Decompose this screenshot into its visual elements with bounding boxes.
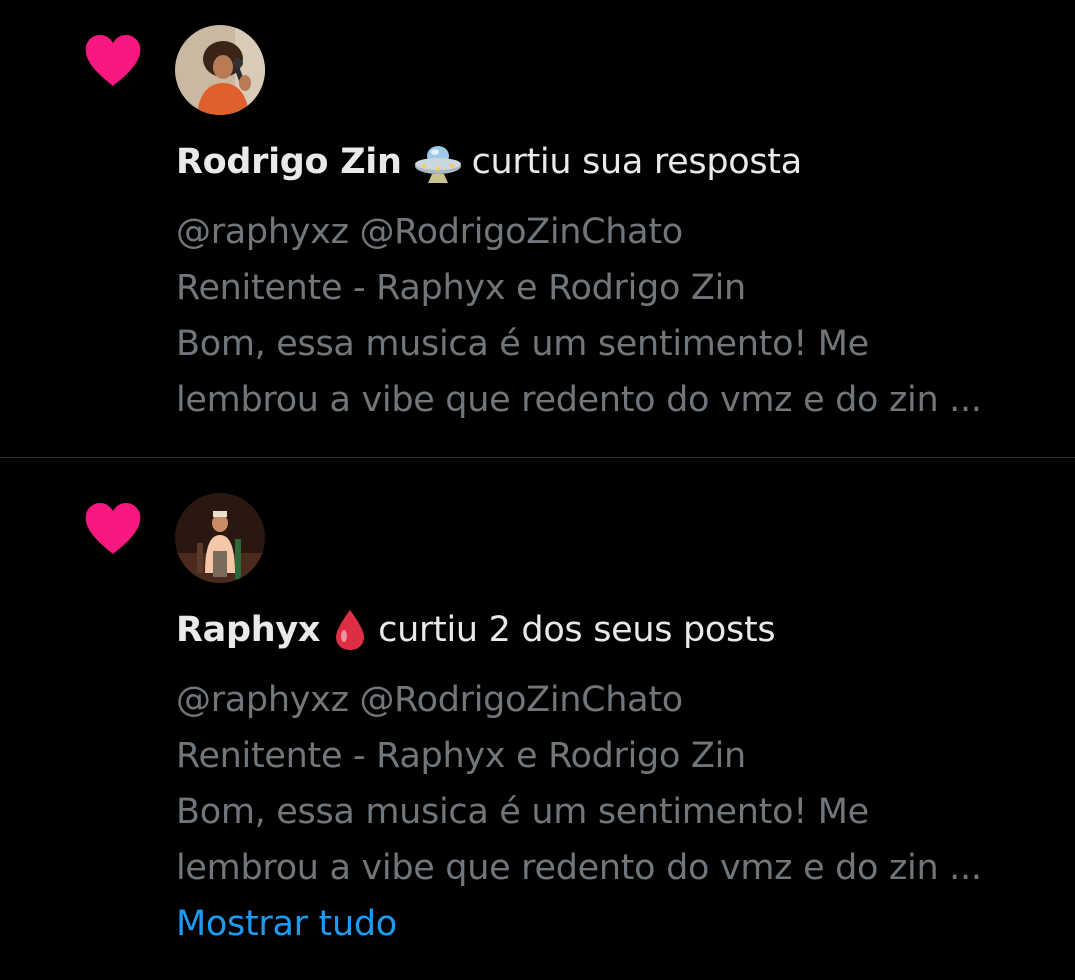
post-preview: @raphyxz @RodrigoZinChato Renitente - Ra… [176, 204, 1056, 428]
ufo-emoji-icon [414, 140, 462, 184]
post-preview: @raphyxz @RodrigoZinChato Renitente - Ra… [176, 672, 1056, 896]
notification-headline: Raphyx curtiu 2 dos seus posts [176, 606, 776, 654]
notification-headline: Rodrigo Zin curtiu sua resposta [176, 138, 802, 186]
preview-line: Renitente - Raphyx e Rodrigo Zin [176, 268, 746, 308]
preview-line-mentions: @raphyxz @RodrigoZinChato [176, 680, 683, 720]
user-name[interactable]: Rodrigo Zin [176, 142, 402, 182]
drop-of-blood-emoji-icon [332, 608, 368, 652]
avatar[interactable] [175, 493, 265, 583]
avatar[interactable] [175, 25, 265, 115]
preview-line: Renitente - Raphyx e Rodrigo Zin [176, 736, 746, 776]
notification-item[interactable]: Raphyx curtiu 2 dos seus posts @raphyxz … [0, 459, 1075, 980]
notification-action: curtiu sua resposta [471, 142, 803, 182]
heart-icon [84, 502, 142, 556]
preview-line: lembrou a vibe que redento do vmz e do z… [176, 380, 982, 420]
preview-line: lembrou a vibe que redento do vmz e do z… [176, 848, 982, 888]
show-all-link[interactable]: Mostrar tudo [176, 896, 397, 952]
preview-line: Bom, essa musica é um sentimento! Me [176, 792, 869, 832]
heart-icon [84, 34, 142, 88]
preview-line: Bom, essa musica é um sentimento! Me [176, 324, 869, 364]
preview-line-mentions: @raphyxz @RodrigoZinChato [176, 212, 683, 252]
notification-action: curtiu 2 dos seus posts [378, 610, 776, 650]
notification-item[interactable]: Rodrigo Zin curtiu sua resposta @raphyxz… [0, 0, 1075, 458]
user-name[interactable]: Raphyx [176, 610, 320, 650]
